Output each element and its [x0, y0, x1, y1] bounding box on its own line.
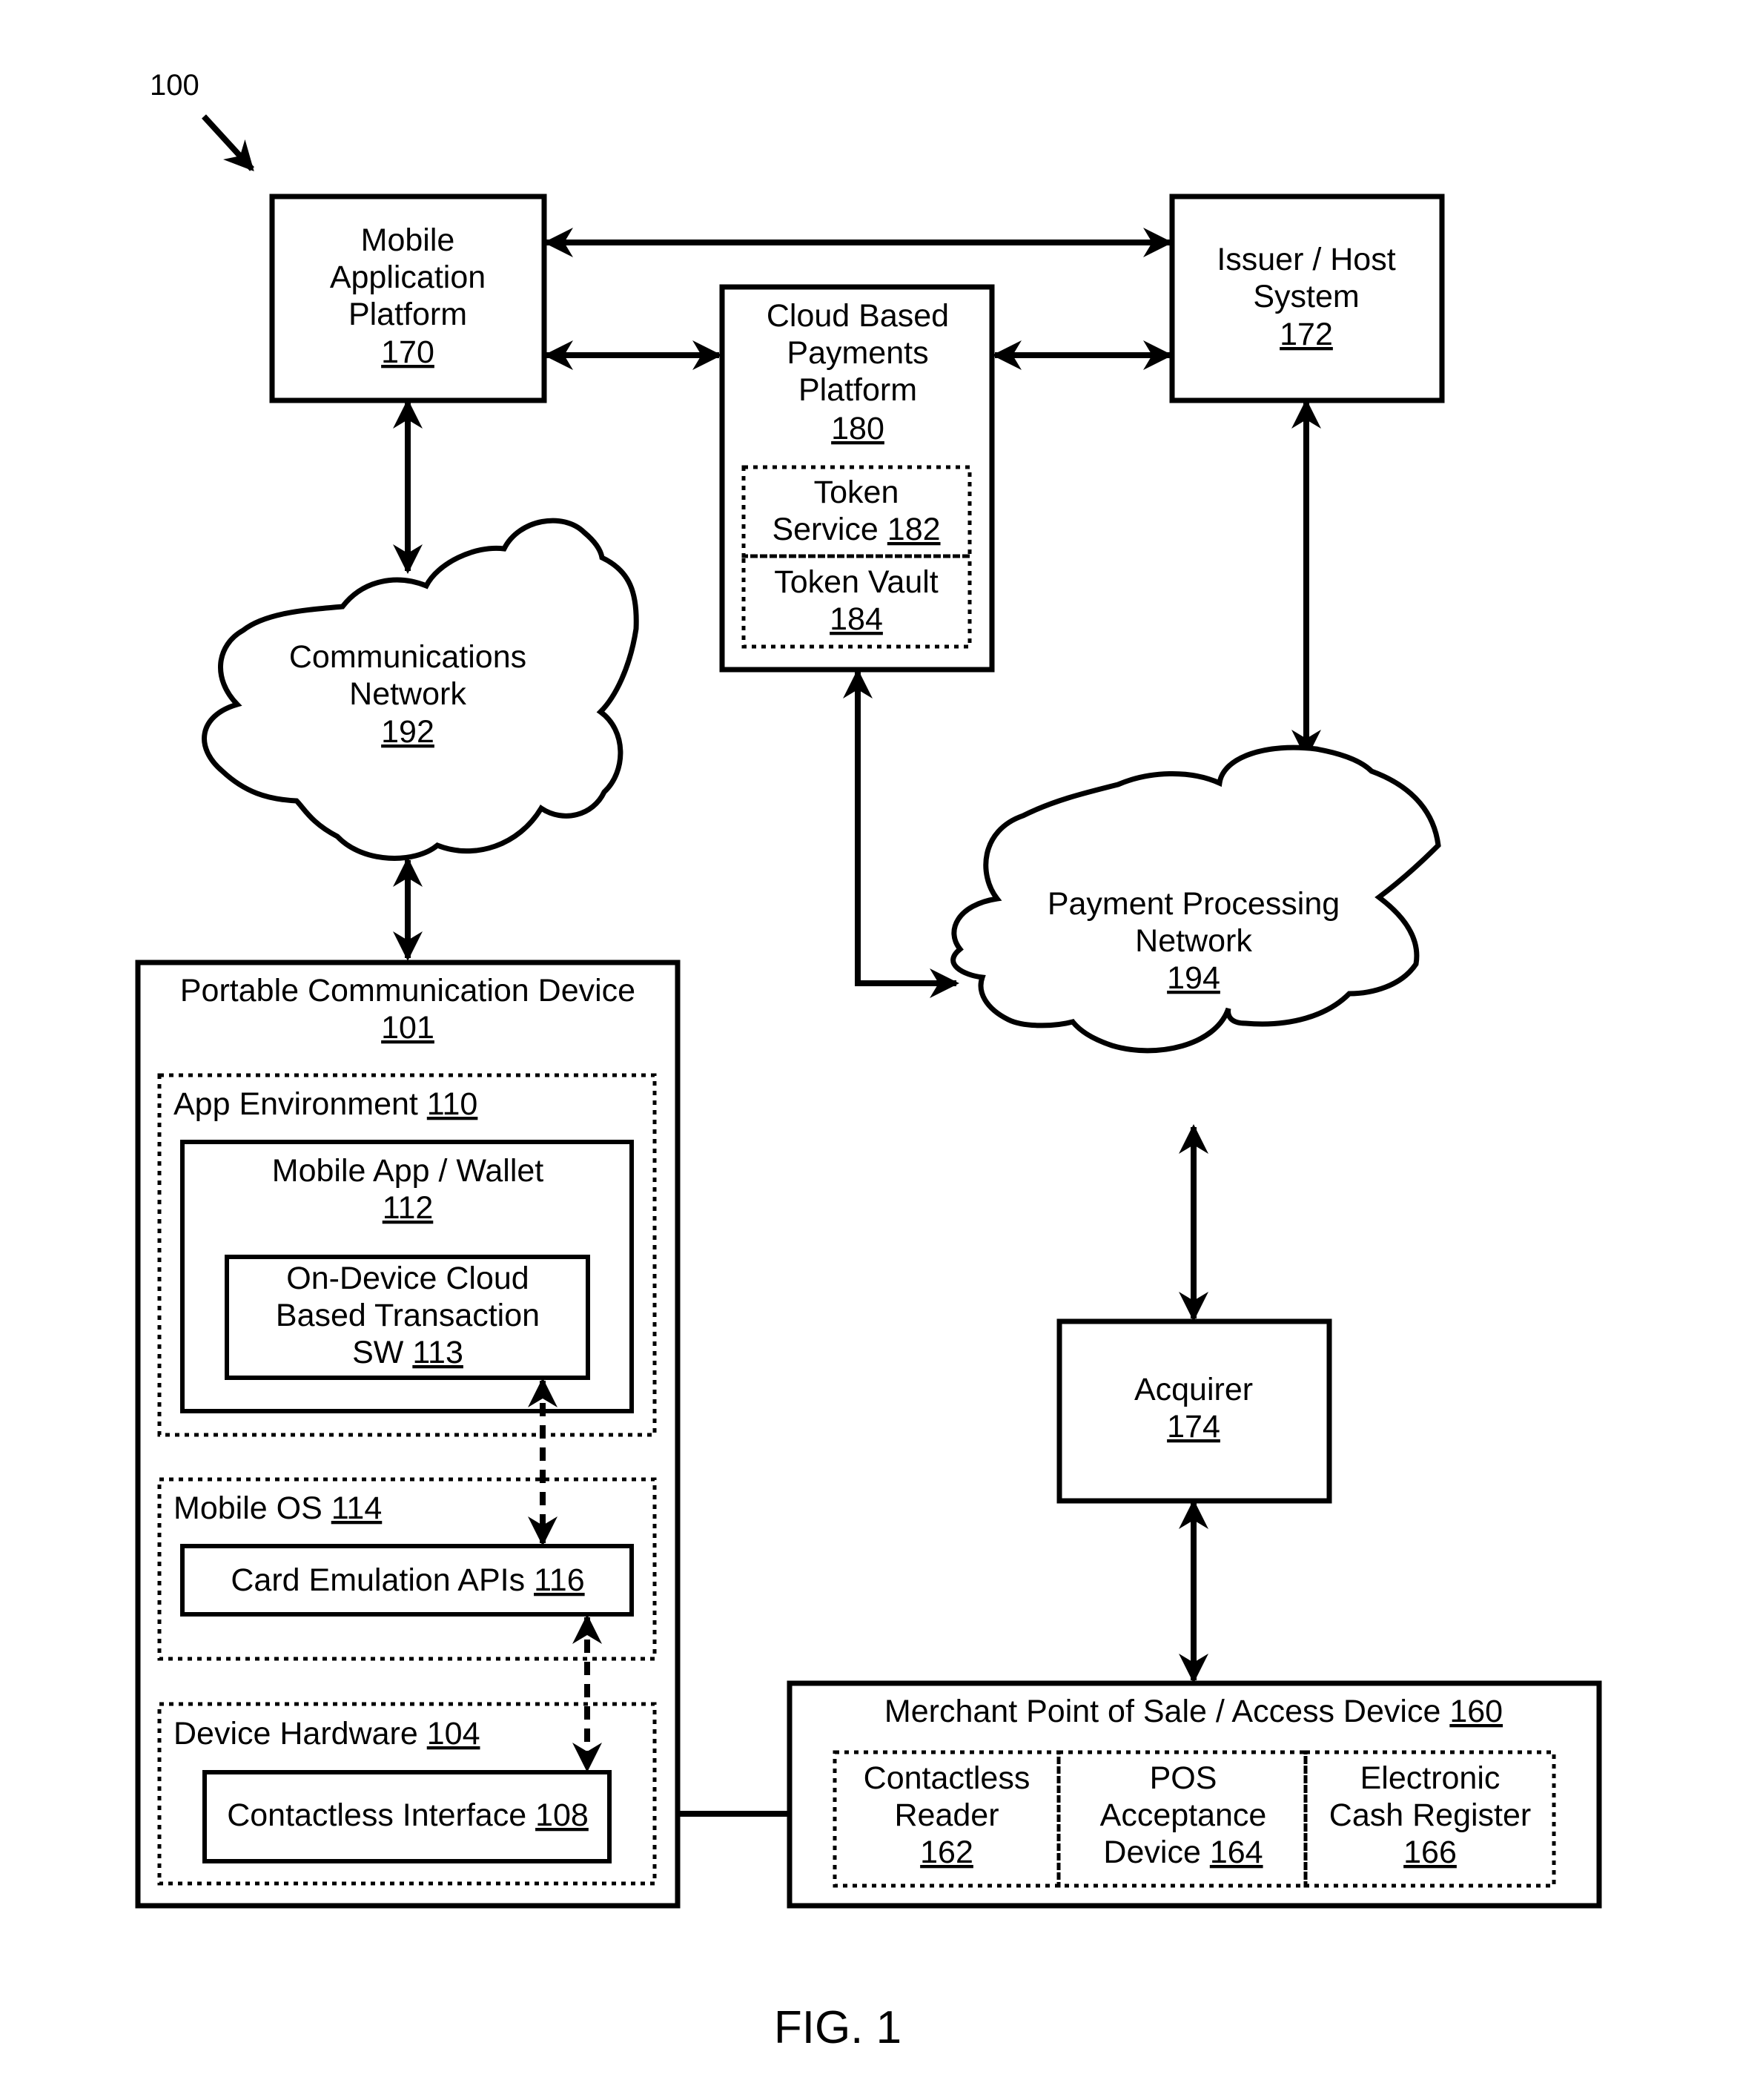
node-label-line: On-Device Cloud	[286, 1261, 529, 1296]
node-ref-number: 184	[830, 601, 883, 637]
node-ref-number: 172	[1280, 317, 1333, 352]
node-ref-number: 112	[383, 1190, 434, 1226]
node-label-line: Communications	[289, 639, 526, 675]
node-ref-number: 101	[381, 1010, 434, 1046]
node-label-line: Issuer / Host	[1217, 242, 1395, 277]
node-label-line: Platform	[798, 372, 917, 408]
node-label-line: Acceptance	[1100, 1797, 1267, 1833]
node-title: Device Hardware 104	[173, 1716, 480, 1751]
node-title: Contactless Interface 108	[227, 1797, 589, 1833]
node-label-line: Service 182	[772, 512, 940, 547]
node-payment-processing-network[interactable]: Payment Processing Network 194	[950, 744, 1441, 1054]
node-mobile-app-wallet[interactable]: Mobile App / Wallet 112 On-Device Cloud …	[180, 1140, 634, 1413]
node-label-line: Network	[349, 676, 466, 712]
node-title: Card Emulation APIs 116	[231, 1562, 584, 1598]
node-label-line: Device 164	[1103, 1835, 1263, 1870]
figure-ref-arrow	[202, 114, 254, 171]
node-ref-number: 166	[1403, 1835, 1457, 1870]
node-ref-number: 174	[1167, 1409, 1220, 1444]
node-ref-number: 180	[831, 411, 884, 446]
node-label-line: Payment Processing	[1048, 886, 1340, 922]
node-mobile-application-platform[interactable]: Mobile Application Platform 170	[269, 194, 547, 403]
node-ref-number: 170	[381, 334, 434, 370]
node-label-line: System	[1253, 279, 1359, 314]
node-contactless-interface[interactable]: Contactless Interface 108	[202, 1770, 612, 1863]
node-ref-number: 162	[920, 1835, 973, 1870]
node-issuer-host-system[interactable]: Issuer / Host System 172	[1169, 194, 1445, 403]
node-label-line: Reader	[894, 1797, 999, 1833]
node-label-line: Network	[1135, 923, 1252, 959]
node-title: Merchant Point of Sale / Access Device 1…	[884, 1694, 1503, 1729]
system-diagram: 100 Mobile Application Platform 170 Clou…	[135, 69, 1602, 2053]
node-cloud-payments-platform[interactable]: Cloud Based Payments Platform 180 Token …	[719, 284, 995, 673]
node-title: Portable Communication Device	[180, 973, 635, 1008]
node-acquirer[interactable]: Acquirer 174	[1056, 1318, 1332, 1504]
connector-cloudplatform-paymentnetwork	[843, 669, 959, 998]
node-label-line: Based Transaction	[276, 1298, 540, 1333]
node-portable-communication-device[interactable]: Portable Communication Device 101 App En…	[135, 960, 681, 1909]
node-label-line: POS	[1150, 1760, 1217, 1796]
node-label-line: Mobile	[361, 222, 455, 258]
node-label-line: Application	[330, 260, 486, 295]
node-on-device-cloud-sw[interactable]: On-Device Cloud Based Transaction SW 113	[225, 1255, 590, 1380]
figure-ref-label: 100	[150, 69, 199, 102]
node-ref-number: 194	[1167, 960, 1220, 996]
node-ref-number: 192	[381, 714, 434, 750]
node-communications-network[interactable]: Communications Network 192	[202, 518, 639, 861]
node-label-line: Token Vault	[774, 564, 939, 600]
node-title: Mobile OS 114	[173, 1490, 382, 1526]
node-label-line: Payments	[787, 335, 928, 371]
node-label-line: Cloud Based	[767, 298, 949, 334]
node-title: Mobile App / Wallet	[272, 1153, 544, 1189]
node-label-line: Contactless	[864, 1760, 1030, 1796]
figure-caption: FIG. 1	[774, 2002, 901, 2053]
node-label-line: Cash Register	[1329, 1797, 1531, 1833]
node-card-emulation-apis[interactable]: Card Emulation APIs 116	[180, 1544, 634, 1617]
node-label-line: Platform	[348, 297, 467, 332]
node-label-line: Token	[814, 475, 899, 510]
node-label-line: Electronic	[1360, 1760, 1501, 1796]
node-title: Acquirer	[1134, 1372, 1253, 1407]
node-label-line: SW 113	[352, 1335, 463, 1370]
node-title: App Environment 110	[173, 1086, 477, 1122]
node-merchant-point-of-sale[interactable]: Merchant Point of Sale / Access Device 1…	[787, 1680, 1602, 1909]
